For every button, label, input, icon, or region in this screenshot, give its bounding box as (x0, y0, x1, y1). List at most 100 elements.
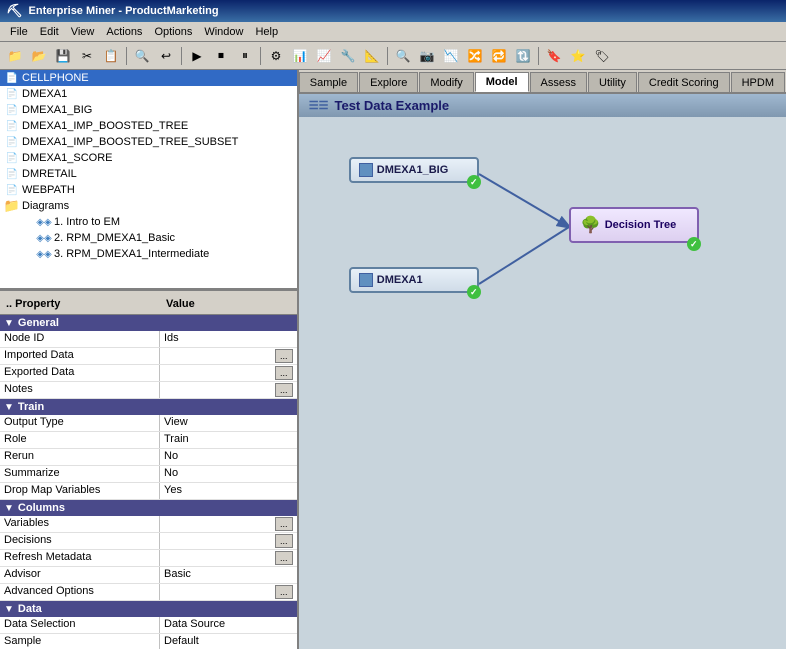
tree-item-label: 3. RPM_DMEXA1_Intermediate (54, 248, 209, 260)
toolbar-sep-3 (260, 47, 261, 65)
props-row: Refresh Metadata... (0, 550, 297, 567)
toolbar-run[interactable]: ▶ (186, 45, 208, 67)
ellipsis-button[interactable]: ... (275, 349, 293, 363)
toolbar-pause[interactable]: ⏸ (234, 45, 256, 67)
toolbar-open[interactable]: 📂 (28, 45, 50, 67)
props-group-train[interactable]: ▼Train (0, 399, 297, 415)
tree-scroll-container[interactable]: 📄CELLPHONE📄DMEXA1📄DMEXA1_BIG📄DMEXA1_IMP_… (0, 70, 297, 288)
tree-item-label: 2. RPM_DMEXA1_Basic (54, 232, 175, 244)
toolbar-stop[interactable]: ⏹ (210, 45, 232, 67)
tree-item-label: DMEXA1 (22, 88, 67, 100)
doc-icon: 📄 (4, 135, 20, 149)
tab-modify[interactable]: Modify (419, 72, 473, 92)
tab-assess[interactable]: Assess (530, 72, 587, 92)
menu-actions[interactable]: Actions (100, 24, 148, 40)
tree-item[interactable]: 📄DMEXA1 (0, 86, 297, 102)
tree-item[interactable]: ◈◈2. RPM_DMEXA1_Basic (0, 230, 297, 246)
tree-item[interactable]: 📄DMEXA1_IMP_BOOSTED_TREE_SUBSET (0, 134, 297, 150)
menu-options[interactable]: Options (148, 24, 198, 40)
menu-bar: File Edit View Actions Options Window He… (0, 22, 786, 42)
node-icon-2 (359, 273, 373, 287)
prop-name: Notes (0, 382, 160, 398)
tab-sample[interactable]: Sample (299, 72, 358, 92)
prop-value: No (160, 466, 297, 482)
toolbar-repeat[interactable]: 🔁 (488, 45, 510, 67)
prop-name: Exported Data (0, 365, 160, 381)
toolbar-sep-1 (126, 47, 127, 65)
toolbar-sep-4 (387, 47, 388, 65)
node-dmexa1-big[interactable]: DMEXA1_BIG✓ (349, 157, 479, 183)
ellipsis-button[interactable]: ... (275, 534, 293, 548)
ellipsis-button[interactable]: ... (275, 551, 293, 565)
toolbar-undo[interactable]: ↩ (155, 45, 177, 67)
toolbar-chart[interactable]: 📊 (289, 45, 311, 67)
tree-item[interactable]: 📄WEBPATH (0, 182, 297, 198)
toolbar-star[interactable]: ⭐ (567, 45, 589, 67)
toolbar-flag[interactable]: 🏷 (591, 45, 613, 67)
props-group-columns[interactable]: ▼Columns (0, 500, 297, 516)
tab-model[interactable]: Model (475, 72, 529, 92)
properties-panel: .. Property Value ▼GeneralNode IDIdsImpo… (0, 294, 297, 649)
left-panel: 📄CELLPHONE📄DMEXA1📄DMEXA1_BIG📄DMEXA1_IMP_… (0, 70, 299, 649)
toolbar-trend[interactable]: 📉 (440, 45, 462, 67)
toolbar-wrench[interactable]: 🔧 (337, 45, 359, 67)
props-group-general[interactable]: ▼General (0, 315, 297, 331)
menu-view[interactable]: View (65, 24, 101, 40)
tree-item[interactable]: 📄DMRETAIL (0, 166, 297, 182)
tree-item-label: CELLPHONE (22, 72, 89, 84)
tree-item[interactable]: 📁Diagrams (0, 198, 297, 214)
props-row: Decisions... (0, 533, 297, 550)
toolbar-shuffle[interactable]: 🔀 (464, 45, 486, 67)
tab-hpdm[interactable]: HPDM (731, 72, 785, 92)
tree-item[interactable]: 📄DMEXA1_SCORE (0, 150, 297, 166)
toolbar-new[interactable]: 📁 (4, 45, 26, 67)
tree-item[interactable]: 📄DMEXA1_IMP_BOOSTED_TREE (0, 118, 297, 134)
prop-value: ... (160, 533, 297, 549)
diagram-canvas[interactable]: DMEXA1_BIG✓ DMEXA1✓ 🌳Decision Tree✓ (299, 117, 786, 649)
ellipsis-button[interactable]: ... (275, 585, 293, 599)
diagram-icon: ◈◈ (36, 247, 52, 261)
prop-name: Node ID (0, 331, 160, 347)
node-label: DMEXA1_BIG (377, 164, 449, 176)
prop-value: ... (160, 516, 297, 532)
prop-value: Train (160, 432, 297, 448)
prop-value: ... (160, 348, 297, 364)
node-decision-tree[interactable]: 🌳Decision Tree✓ (569, 207, 699, 243)
props-group-data[interactable]: ▼Data (0, 601, 297, 617)
menu-edit[interactable]: Edit (34, 24, 65, 40)
tree-item[interactable]: 📄CELLPHONE (0, 70, 297, 86)
menu-file[interactable]: File (4, 24, 34, 40)
tree-item[interactable]: ◈◈3. RPM_DMEXA1_Intermediate (0, 246, 297, 262)
toolbar-photo[interactable]: 📷 (416, 45, 438, 67)
decision-tree-icon: 🌳 (581, 215, 601, 235)
tab-explore[interactable]: Explore (359, 72, 418, 92)
tab-credit-scoring[interactable]: Credit Scoring (638, 72, 730, 92)
toolbar-zoom[interactable]: 🔍 (392, 45, 414, 67)
ellipsis-button[interactable]: ... (275, 517, 293, 531)
toolbar-copy[interactable]: 📋 (100, 45, 122, 67)
tree-view[interactable]: 📄CELLPHONE📄DMEXA1📄DMEXA1_BIG📄DMEXA1_IMP_… (0, 70, 297, 290)
toolbar-settings[interactable]: ⚙ (265, 45, 287, 67)
toolbar-find[interactable]: 🔍 (131, 45, 153, 67)
prop-value: ... (160, 584, 297, 600)
ellipsis-button[interactable]: ... (275, 383, 293, 397)
tree-item[interactable]: 📄DMEXA1_BIG (0, 102, 297, 118)
tree-item[interactable]: ◈◈1. Intro to EM (0, 214, 297, 230)
tab-utility[interactable]: Utility (588, 72, 637, 92)
toolbar-ruler[interactable]: 📐 (361, 45, 383, 67)
ellipsis-button[interactable]: ... (275, 366, 293, 380)
toolbar-refresh[interactable]: 🔃 (512, 45, 534, 67)
doc-icon: 📄 (4, 151, 20, 165)
doc-icon: 📄 (4, 71, 20, 85)
toolbar-bookmark[interactable]: 🔖 (543, 45, 565, 67)
menu-window[interactable]: Window (198, 24, 249, 40)
toolbar-chart2[interactable]: 📈 (313, 45, 335, 67)
node-dmexa1[interactable]: DMEXA1✓ (349, 267, 479, 293)
tree-item-label: DMEXA1_BIG (22, 104, 92, 116)
menu-help[interactable]: Help (249, 24, 284, 40)
prop-name: Advanced Options (0, 584, 160, 600)
toolbar-sep-2 (181, 47, 182, 65)
props-row: AdvisorBasic (0, 567, 297, 584)
toolbar-save[interactable]: 💾 (52, 45, 74, 67)
toolbar-cut[interactable]: ✂ (76, 45, 98, 67)
